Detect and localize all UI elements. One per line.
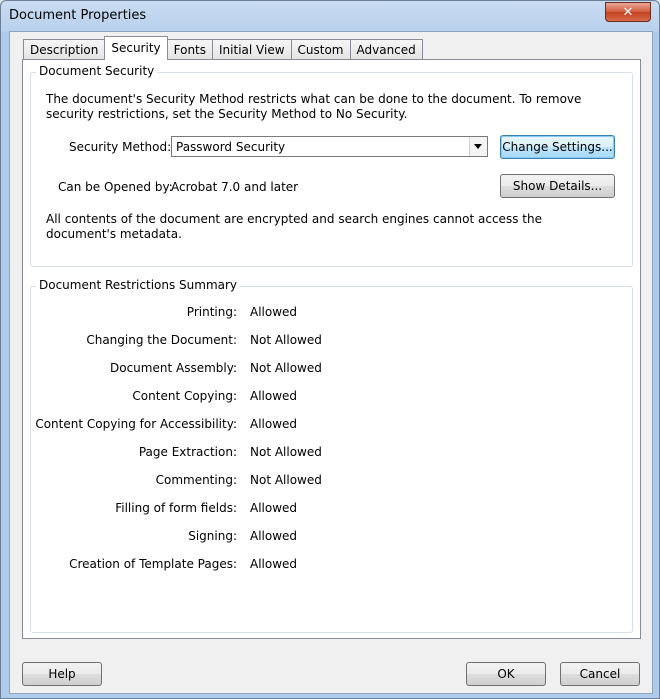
restriction-value: Not Allowed bbox=[250, 333, 322, 347]
cancel-button[interactable]: Cancel bbox=[560, 662, 640, 686]
tab-advanced[interactable]: Advanced bbox=[349, 39, 423, 60]
encryption-note: All contents of the document are encrypt… bbox=[46, 212, 542, 241]
restrictions-legend: Document Restrictions Summary bbox=[36, 278, 241, 292]
opened-by-label: Can be Opened by: bbox=[58, 180, 173, 194]
close-icon: ✕ bbox=[622, 4, 634, 20]
restriction-label: Document Assembly: bbox=[110, 361, 237, 375]
tab-fonts[interactable]: Fonts bbox=[166, 39, 214, 60]
tab-strip: Description Security Fonts Initial View … bbox=[23, 36, 423, 60]
restriction-label: Printing: bbox=[186, 305, 237, 319]
tab-custom[interactable]: Custom bbox=[290, 39, 351, 60]
tab-description[interactable]: Description bbox=[23, 39, 106, 60]
restriction-label: Creation of Template Pages: bbox=[69, 557, 237, 571]
document-security-group: Document Security The document's Securit… bbox=[30, 64, 633, 267]
show-details-button[interactable]: Show Details... bbox=[500, 174, 615, 198]
restriction-label: Changing the Document: bbox=[86, 333, 237, 347]
security-method-value: Password Security bbox=[176, 140, 286, 154]
restriction-value: Allowed bbox=[250, 557, 298, 571]
restriction-value: Allowed bbox=[250, 501, 298, 515]
document-restrictions-group: Document Restrictions Summary Printing: … bbox=[30, 278, 633, 633]
restriction-label: Page Extraction: bbox=[138, 445, 237, 459]
restriction-label: Commenting: bbox=[155, 473, 237, 487]
security-method-select[interactable]: Password Security bbox=[171, 136, 488, 157]
restriction-label: Signing: bbox=[188, 529, 237, 543]
opened-by-value: Acrobat 7.0 and later bbox=[171, 180, 299, 194]
chevron-down-icon[interactable] bbox=[469, 137, 487, 156]
restriction-label: Content Copying: bbox=[132, 389, 237, 403]
document-properties-window: Document Properties ✕ Description Securi… bbox=[0, 0, 660, 699]
security-method-description: The document's Security Method restricts… bbox=[46, 92, 582, 121]
tab-security[interactable]: Security bbox=[104, 36, 168, 60]
restriction-value: Not Allowed bbox=[250, 473, 322, 487]
close-button[interactable]: ✕ bbox=[605, 2, 651, 22]
restriction-value: Allowed bbox=[250, 389, 298, 403]
help-button[interactable]: Help bbox=[22, 662, 102, 686]
tab-initial-view[interactable]: Initial View bbox=[212, 39, 292, 60]
restriction-value: Allowed bbox=[250, 529, 298, 543]
ok-button[interactable]: OK bbox=[466, 662, 546, 686]
title-bar[interactable]: Document Properties ✕ bbox=[1, 1, 659, 31]
security-tab-panel: Document Security The document's Securit… bbox=[22, 59, 641, 639]
window-title: Document Properties bbox=[9, 8, 147, 23]
dialog-body: Description Security Fonts Initial View … bbox=[9, 31, 653, 694]
restriction-label: Filling of form fields: bbox=[115, 501, 237, 515]
restriction-value: Allowed bbox=[250, 417, 298, 431]
restriction-value: Not Allowed bbox=[250, 361, 322, 375]
restriction-label: Content Copying for Accessibility: bbox=[35, 417, 237, 431]
document-security-legend: Document Security bbox=[36, 64, 158, 78]
restriction-value: Not Allowed bbox=[250, 445, 322, 459]
security-method-label: Security Method: bbox=[69, 140, 172, 154]
restriction-value: Allowed bbox=[250, 305, 298, 319]
change-settings-button[interactable]: Change Settings... bbox=[500, 135, 615, 159]
